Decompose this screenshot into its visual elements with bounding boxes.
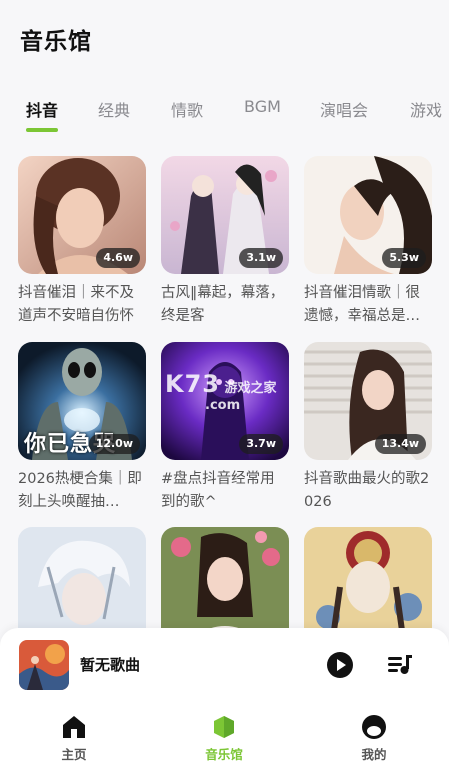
playlist-card[interactable]: [304, 527, 432, 636]
nav-label: 主页: [61, 747, 87, 762]
now-playing-artwork: [19, 640, 69, 690]
play-count-badge: 3.1w: [239, 248, 283, 268]
playlist-title: 抖音歌曲最火的歌2026: [304, 471, 430, 510]
nav-item-me[interactable]: 我的: [339, 714, 409, 763]
play-count-badge: 4.6w: [96, 248, 140, 268]
profile-icon: [362, 715, 386, 739]
playlist-cover: 你已急哭 12.0w: [18, 342, 146, 460]
mini-player[interactable]: 暂无歌曲: [0, 628, 449, 702]
nav-label: 我的: [361, 747, 387, 762]
playlist-card[interactable]: 3.1w 古风‖幕起，幕落，终是客: [161, 156, 289, 328]
home-icon: [63, 716, 85, 738]
category-tabs: 抖音 经典 情歌 BGM 演唱会 游戏: [0, 92, 449, 132]
nav-item-music-hall[interactable]: 音乐馆: [189, 714, 259, 763]
tab-concert[interactable]: 演唱会: [320, 97, 368, 121]
playlist-card[interactable]: 你已急哭 12.0w 2026热梗合集｜即刻上头唤醒抽…: [18, 342, 146, 514]
play-count-badge: 5.3w: [382, 248, 426, 268]
playlist-cover: 5.3w: [304, 156, 432, 274]
playlist-cover: 4.6w: [18, 156, 146, 274]
now-playing-title: 暂无歌曲: [80, 656, 141, 674]
playlist-cover: 3.1w: [161, 156, 289, 274]
play-count-badge: 3.7w: [239, 434, 283, 454]
playlist-cover: K73 游戏之家 .com 3.7w: [161, 342, 289, 460]
playlist-cover: [161, 527, 289, 636]
tab-classic[interactable]: 经典: [98, 97, 130, 121]
play-count-badge: 13.4w: [374, 434, 426, 454]
nav-item-home[interactable]: 主页: [39, 714, 109, 763]
playlist-title: #盘点抖音经常用到的歌^: [161, 471, 275, 510]
playlist-title: 古风‖幕起，幕落，终是客: [161, 285, 285, 324]
tab-games[interactable]: 游戏: [410, 97, 442, 121]
active-tab-indicator: [26, 128, 58, 132]
tab-bgm[interactable]: BGM: [244, 97, 281, 116]
playlist-card[interactable]: 13.4w 抖音歌曲最火的歌2026: [304, 342, 432, 514]
music-hall-icon: [214, 716, 234, 738]
playlist-card[interactable]: K73 游戏之家 .com 3.7w #盘点抖音经常用到的歌^: [161, 342, 289, 514]
playlist-title: 2026热梗合集｜即刻上头唤醒抽…: [18, 471, 142, 510]
playlist-card[interactable]: [18, 527, 146, 636]
nav-label: 音乐馆: [205, 747, 243, 762]
playlist-cover: [304, 527, 432, 636]
playlist-queue-icon[interactable]: [386, 653, 414, 677]
watermark: K73 游戏之家 .com: [165, 370, 277, 413]
playlist-grid: 4.6w 抖音催泪｜来不及道声不安暗自伤怀 3.1w 古风‖幕起，幕落，终是客: [0, 156, 449, 636]
playlist-card[interactable]: 4.6w 抖音催泪｜来不及道声不安暗自伤怀: [18, 156, 146, 328]
playlist-card[interactable]: [161, 527, 289, 636]
tab-love-songs[interactable]: 情歌: [171, 97, 203, 121]
bottom-navigation: 主页 音乐馆 我的: [0, 702, 449, 769]
play-icon[interactable]: [326, 651, 354, 679]
playlist-title: 抖音催泪情歌｜很遗憾，幸福总是…: [304, 285, 420, 324]
page-title: 音乐馆: [20, 29, 92, 55]
playlist-cover: 13.4w: [304, 342, 432, 460]
play-count-badge: 12.0w: [88, 434, 140, 454]
playlist-title: 抖音催泪｜来不及道声不安暗自伤怀: [18, 285, 134, 324]
tab-douyin[interactable]: 抖音: [26, 97, 58, 121]
playlist-cover: [18, 527, 146, 636]
playlist-card[interactable]: 5.3w 抖音催泪情歌｜很遗憾，幸福总是…: [304, 156, 432, 328]
